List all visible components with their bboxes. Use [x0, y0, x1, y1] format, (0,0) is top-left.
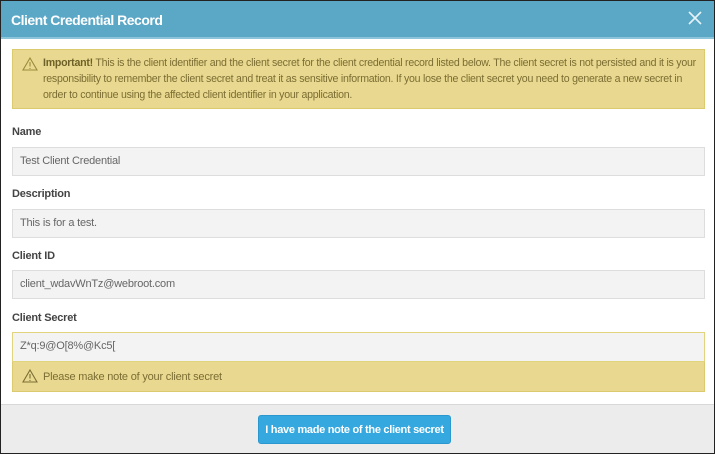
description-field[interactable]: This is for a test. — [12, 209, 705, 238]
warning-strong: Important! — [43, 57, 93, 69]
client-secret-label: Client Secret — [12, 312, 77, 324]
dialog-header: Client Credential Record — [1, 1, 714, 39]
client-credential-dialog: Client Credential Record Important! This… — [0, 0, 715, 454]
client-secret-note-text: Please make note of your client secret — [43, 371, 222, 383]
description-label: Description — [12, 188, 71, 200]
client-id-field[interactable]: client_wdavWnTz@webroot.com — [12, 270, 705, 299]
close-icon[interactable] — [686, 9, 704, 27]
confirm-noted-button[interactable]: I have made note of the client secret — [258, 415, 451, 444]
dialog-title: Client Credential Record — [11, 12, 163, 28]
client-secret-field[interactable]: Z*q:9@O[8%@Kc5[ — [12, 332, 705, 362]
warning-icon — [22, 57, 38, 71]
name-field[interactable]: Test Client Credential — [12, 147, 705, 176]
important-warning: Important! This is the client identifier… — [12, 49, 705, 109]
name-label: Name — [12, 126, 42, 138]
dialog-footer: I have made note of the client secret — [1, 404, 714, 453]
warning-text: This is the client identifier and the cl… — [43, 57, 696, 101]
client-secret-note: Please make note of your client secret — [12, 362, 705, 392]
warning-icon — [22, 369, 38, 383]
client-id-label: Client ID — [12, 250, 55, 262]
